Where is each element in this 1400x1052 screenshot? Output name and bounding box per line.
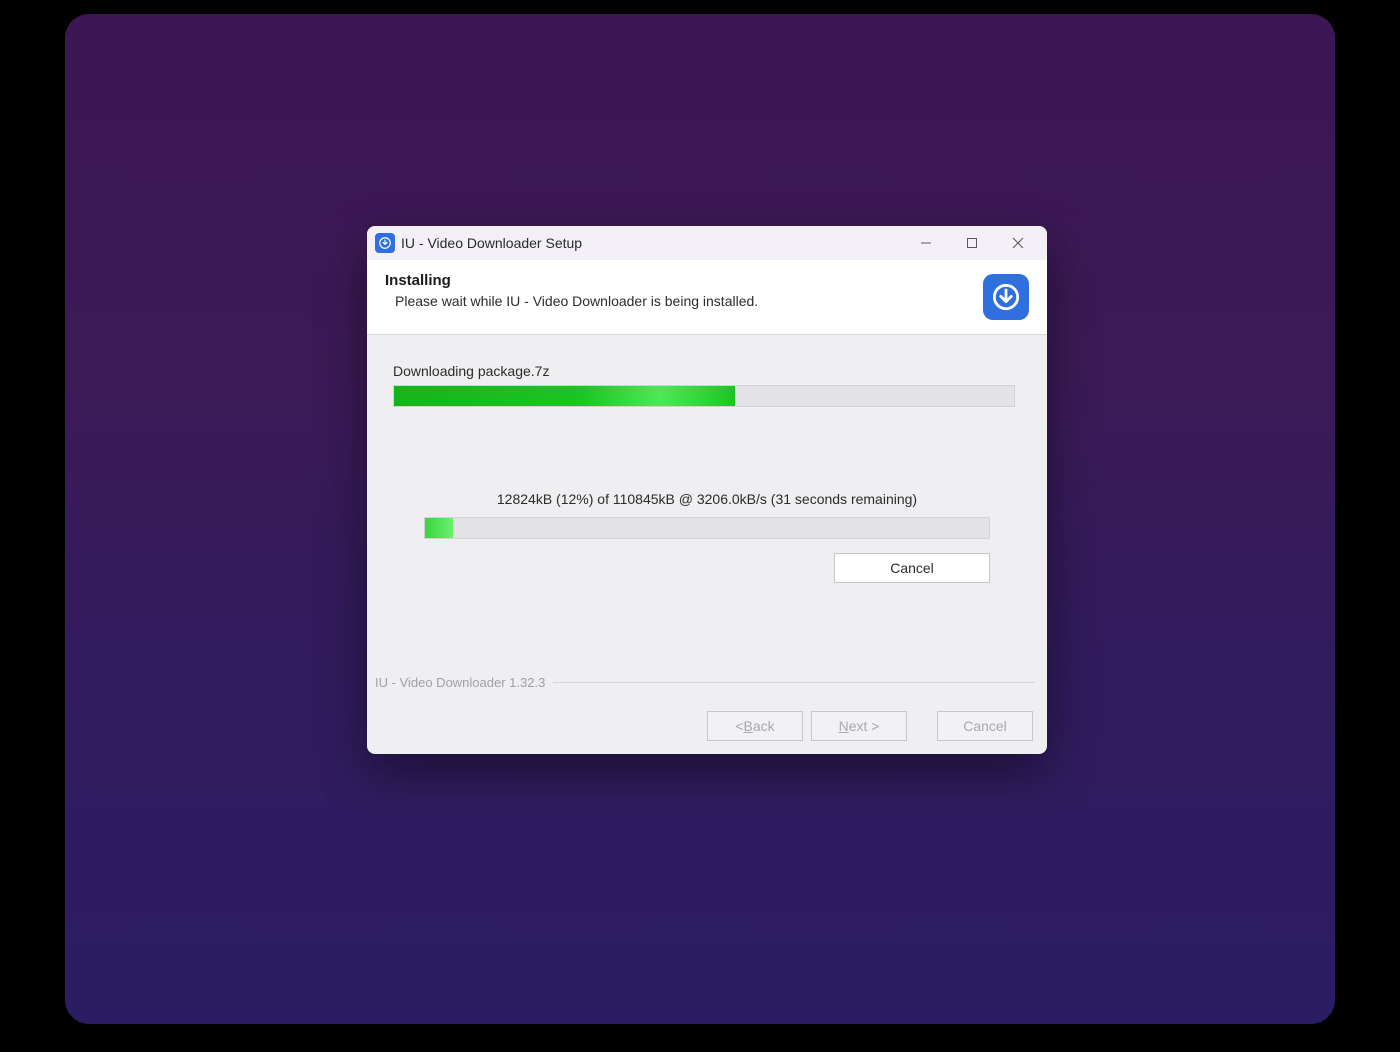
header: Installing Please wait while IU - Video … xyxy=(367,260,1047,335)
header-heading: Installing xyxy=(385,272,975,289)
maximize-button[interactable] xyxy=(949,228,995,258)
desktop-background: IU - Video Downloader Setup Installing P… xyxy=(65,14,1335,1024)
version-text: IU - Video Downloader 1.32.3 xyxy=(375,675,545,690)
body: Downloading package.7z 12824kB (12%) of … xyxy=(367,335,1047,754)
version-row: IU - Video Downloader 1.32.3 xyxy=(375,675,1035,690)
next-button: Next > xyxy=(811,711,907,741)
download-progress-fill xyxy=(425,518,453,538)
download-progress-bar xyxy=(424,517,990,539)
main-progress-bar xyxy=(393,385,1015,407)
footer: < Back Next > Cancel xyxy=(367,698,1047,754)
close-button[interactable] xyxy=(995,228,1041,258)
cancel-download-button[interactable]: Cancel xyxy=(834,553,990,583)
window-title: IU - Video Downloader Setup xyxy=(401,235,582,251)
download-status: 12824kB (12%) of 110845kB @ 3206.0kB/s (… xyxy=(393,491,1021,507)
installer-window: IU - Video Downloader Setup Installing P… xyxy=(367,226,1047,754)
download-icon xyxy=(983,274,1029,320)
minimize-button[interactable] xyxy=(903,228,949,258)
version-divider xyxy=(553,682,1035,683)
header-subtitle: Please wait while IU - Video Downloader … xyxy=(395,293,975,309)
titlebar[interactable]: IU - Video Downloader Setup xyxy=(367,226,1047,260)
app-icon xyxy=(375,233,395,253)
main-progress-fill xyxy=(394,386,735,406)
cancel-button: Cancel xyxy=(937,711,1033,741)
task-label: Downloading package.7z xyxy=(393,363,1021,379)
back-button: < Back xyxy=(707,711,803,741)
